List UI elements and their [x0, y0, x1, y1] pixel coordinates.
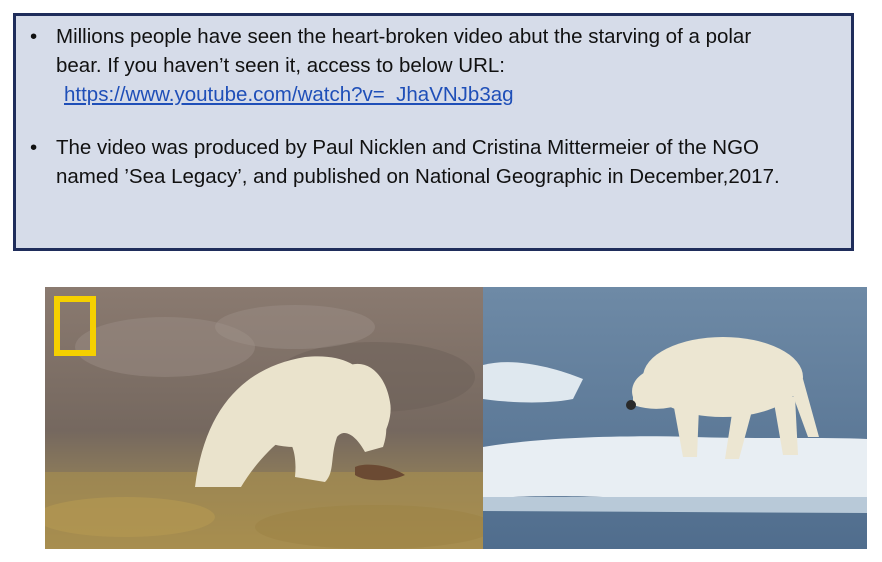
photo-strip — [45, 287, 867, 549]
youtube-url-link[interactable]: https://www.youtube.com/watch?v=_JhaVNJb… — [64, 83, 514, 106]
bullet-item-video: • Millions people have seen the heart-br… — [26, 22, 841, 109]
bullet-symbol: • — [30, 25, 38, 48]
url-line: https://www.youtube.com/watch?v=_JhaVNJb… — [56, 80, 841, 109]
bullet-text-line: The video was produced by Paul Nicklen a… — [56, 136, 760, 159]
bullet-item-producer: • The video was produced by Paul Nicklen… — [26, 133, 841, 191]
bullet-text-line: Millions people have seen the heart-brok… — [56, 25, 752, 48]
polar-bear-on-ice-floe-photo — [483, 287, 867, 549]
polar-bear-on-tundra-photo — [45, 287, 483, 549]
text-box: • Millions people have seen the heart-br… — [13, 13, 854, 251]
bullet-text-line: bear. If you haven’t seen it, access to … — [56, 54, 505, 77]
bullet-symbol: • — [30, 136, 38, 159]
bullet-text-line: named ’Sea Legacy’, and published on Nat… — [56, 165, 780, 188]
